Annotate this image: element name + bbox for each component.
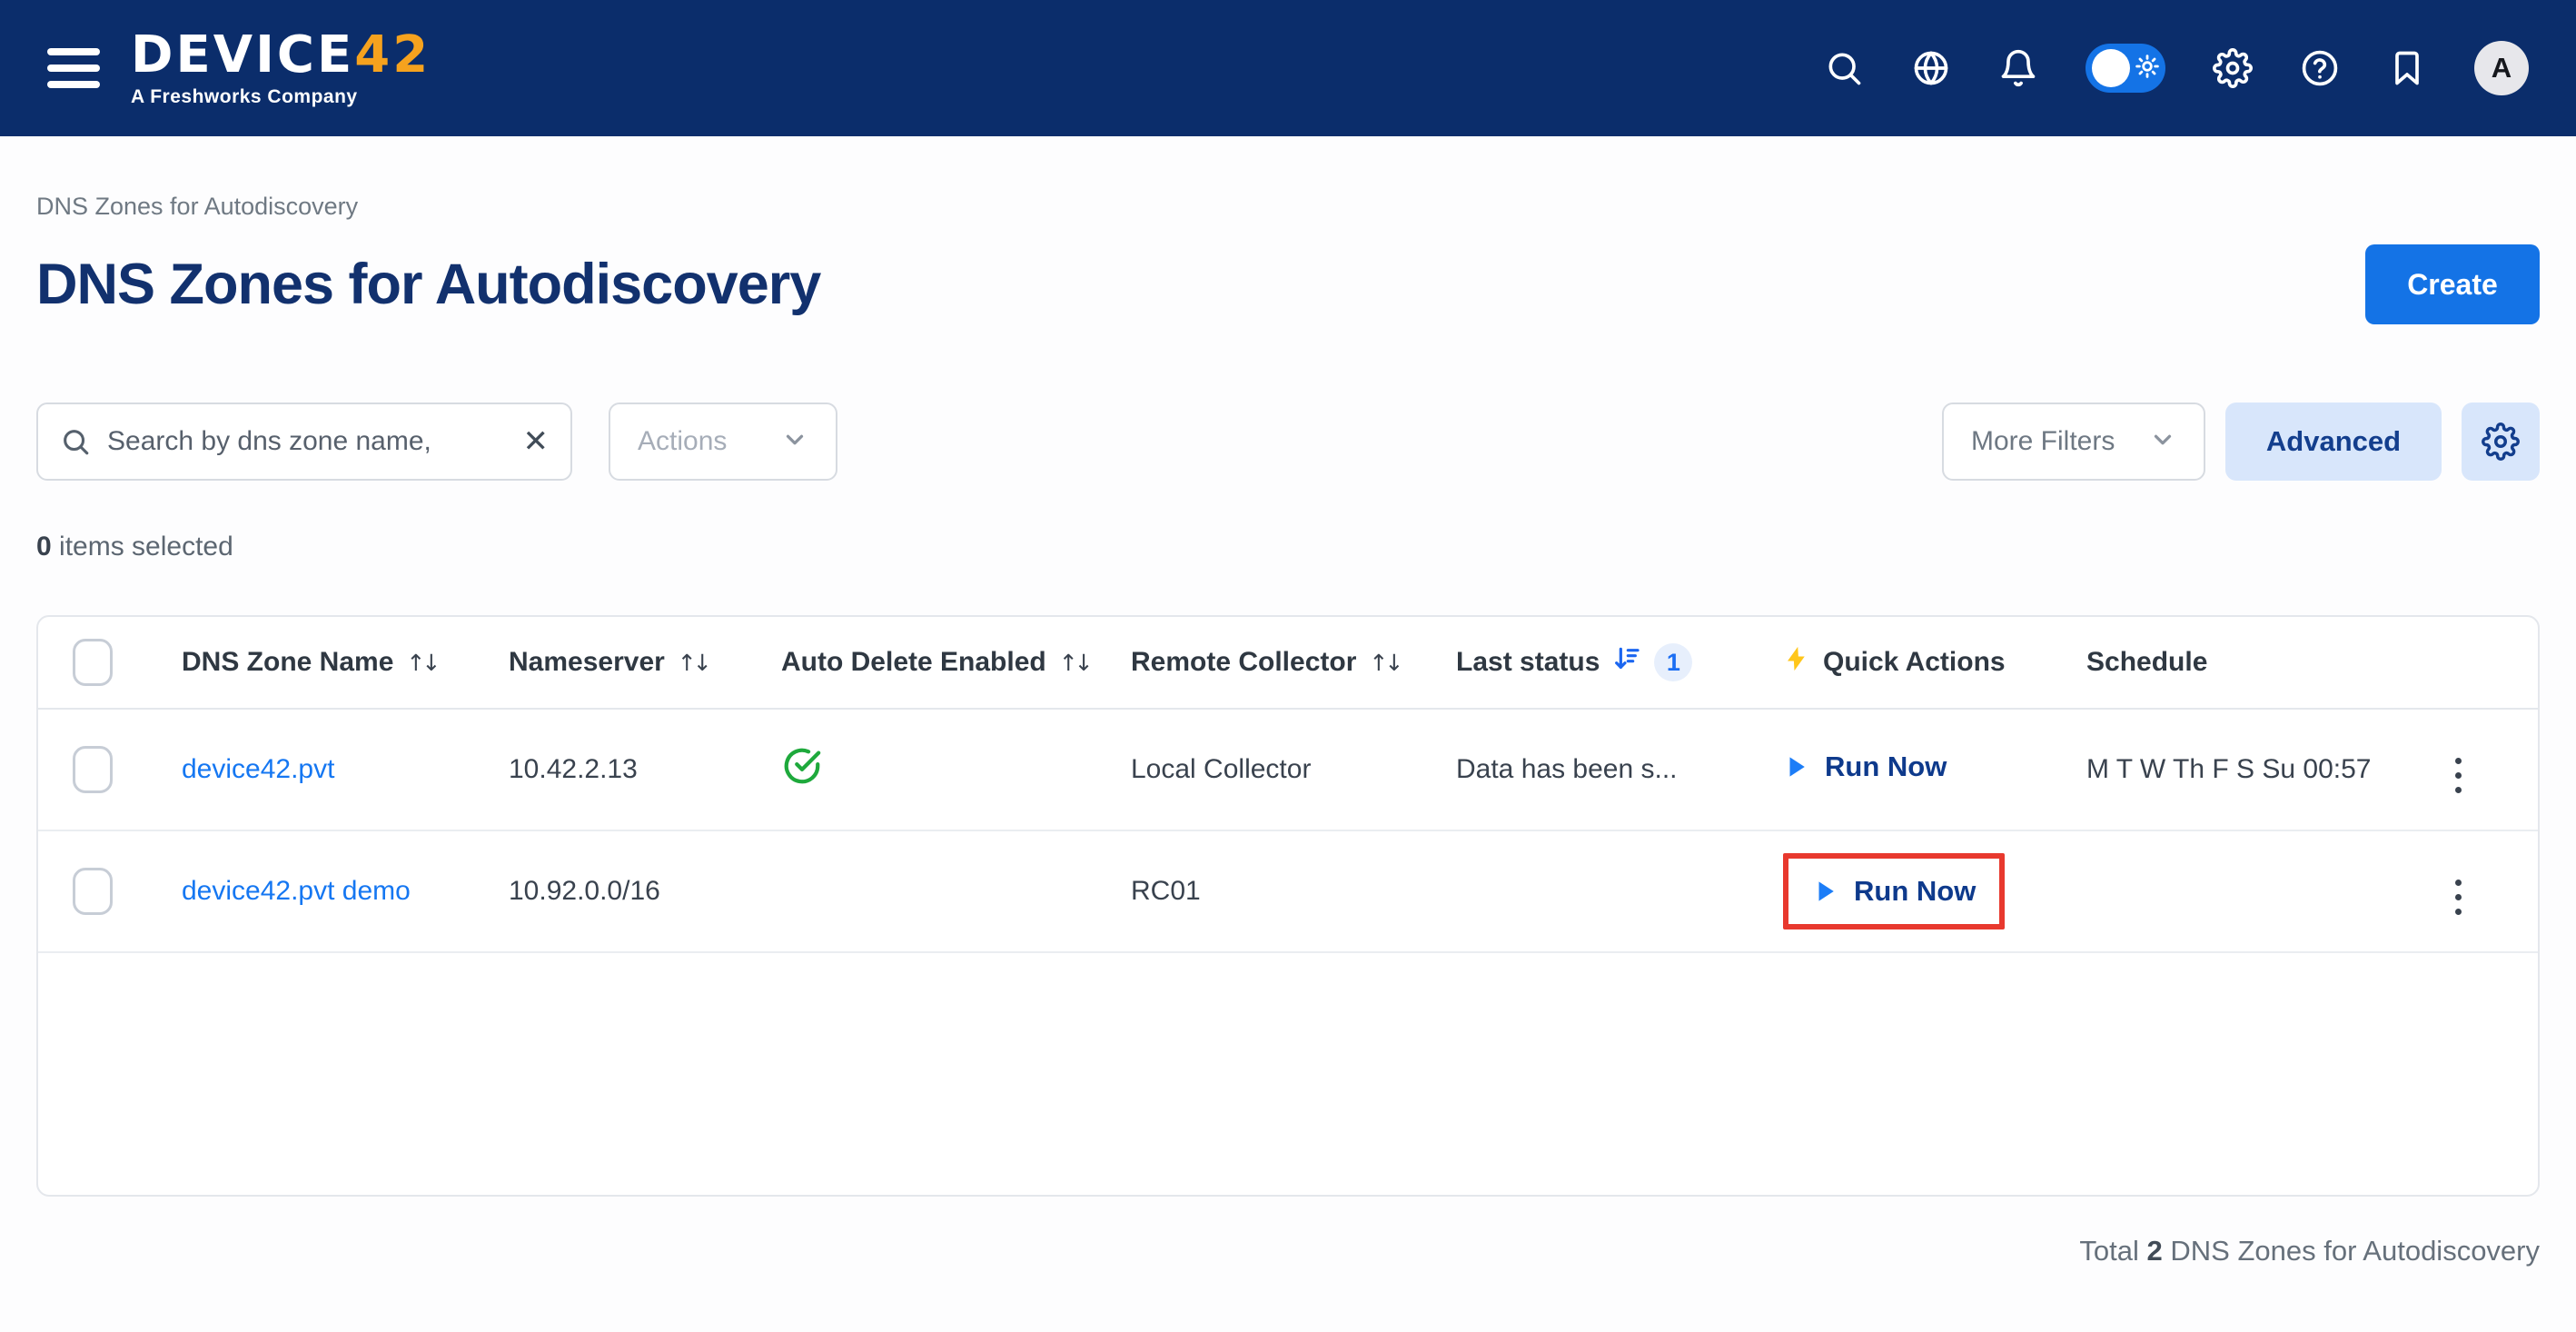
total-count: 2 xyxy=(2147,1235,2163,1267)
col-last-status: Last status xyxy=(1456,647,1600,678)
table-total-summary: Total 2 DNS Zones for Autodiscovery xyxy=(36,1235,2540,1267)
page-title: DNS Zones for Autodiscovery xyxy=(36,252,820,317)
dns-zones-table: DNS Zone Name ↑↓ Nameserver ↑↓ Auto Dele… xyxy=(36,615,2540,1197)
run-now-button[interactable]: Run Now xyxy=(1812,875,1976,908)
search-box[interactable]: ✕ xyxy=(36,403,572,481)
table-settings-button[interactable] xyxy=(2462,403,2540,481)
filter-count-badge[interactable]: 1 xyxy=(1654,643,1692,681)
check-circle-icon xyxy=(781,763,823,793)
actions-dropdown[interactable]: Actions xyxy=(609,403,837,481)
more-filters-dropdown[interactable]: More Filters xyxy=(1942,403,2205,481)
search-input[interactable] xyxy=(107,426,507,457)
table-row: device42.pvt demo 10.92.0.0/16 RC01 Run … xyxy=(38,831,2538,953)
more-filters-label: More Filters xyxy=(1971,426,2115,457)
col-auto-delete-enabled: Auto Delete Enabled xyxy=(781,647,1046,678)
sun-icon xyxy=(2135,55,2159,83)
highlight-annotation-box: Run Now xyxy=(1783,853,2005,929)
dns-zone-link[interactable]: device42.pvt xyxy=(182,754,334,784)
run-now-button[interactable]: Run Now xyxy=(1783,750,1947,783)
row-checkbox[interactable] xyxy=(73,746,113,793)
top-navbar: DEVICE42 A Freshworks Company xyxy=(0,0,2576,136)
clear-search-icon[interactable]: ✕ xyxy=(523,426,550,457)
navbar-icons: A xyxy=(1824,41,2529,95)
user-avatar[interactable]: A xyxy=(2474,41,2529,95)
last-status-value: Data has been s... xyxy=(1456,754,1783,785)
actions-dropdown-label: Actions xyxy=(638,426,727,457)
selection-label: items selected xyxy=(52,532,233,562)
brand-logo[interactable]: DEVICE42 A Freshworks Company xyxy=(131,30,431,106)
theme-toggle[interactable] xyxy=(2086,44,2165,93)
globe-icon[interactable] xyxy=(1911,48,1951,88)
lightning-icon xyxy=(1783,643,1810,681)
row-checkbox[interactable] xyxy=(73,868,113,915)
total-prefix: Total xyxy=(2079,1235,2146,1267)
main-content: DNS Zones for Autodiscovery DNS Zones fo… xyxy=(0,193,2576,1267)
dns-zone-link[interactable]: device42.pvt demo xyxy=(182,876,411,906)
sort-icon[interactable]: ↑↓ xyxy=(678,650,708,676)
notifications-bell-icon[interactable] xyxy=(1998,48,2038,88)
brand-accent: 42 xyxy=(354,25,431,84)
nameserver-value: 10.42.2.13 xyxy=(509,754,781,785)
selection-count: 0 xyxy=(36,532,52,562)
col-nameserver: Nameserver xyxy=(509,647,665,678)
create-button[interactable]: Create xyxy=(2365,244,2540,324)
select-all-checkbox[interactable] xyxy=(73,639,113,686)
sort-icon[interactable]: ↑↓ xyxy=(1369,650,1400,676)
remote-collector-value: RC01 xyxy=(1131,876,1456,907)
col-quick-actions: Quick Actions xyxy=(1823,647,2006,678)
bookmark-icon[interactable] xyxy=(2387,48,2427,88)
table-header-row: DNS Zone Name ↑↓ Nameserver ↑↓ Auto Dele… xyxy=(38,617,2538,710)
help-icon[interactable] xyxy=(2300,48,2340,88)
col-dns-zone-name: DNS Zone Name xyxy=(182,647,393,678)
breadcrumb-item[interactable]: DNS Zones for Autodiscovery xyxy=(36,193,358,220)
advanced-button[interactable]: Advanced xyxy=(2225,403,2442,481)
sort-icon[interactable]: ↑↓ xyxy=(1059,650,1090,676)
brand-tagline: A Freshworks Company xyxy=(131,87,431,106)
breadcrumb[interactable]: DNS Zones for Autodiscovery xyxy=(36,193,2540,221)
total-suffix: DNS Zones for Autodiscovery xyxy=(2163,1235,2540,1267)
run-now-label: Run Now xyxy=(1825,750,1947,783)
kebab-menu-icon[interactable] xyxy=(2450,874,2467,920)
col-schedule: Schedule xyxy=(2086,647,2207,678)
selection-summary: 0 items selected xyxy=(36,532,2540,562)
search-icon xyxy=(60,426,91,457)
table-row: device42.pvt 10.42.2.13 Local Collector … xyxy=(38,710,2538,831)
remote-collector-value: Local Collector xyxy=(1131,754,1456,785)
toolbar: ✕ Actions More Filters Advanced xyxy=(36,403,2540,481)
settings-gear-icon[interactable] xyxy=(2213,48,2253,88)
search-icon[interactable] xyxy=(1824,48,1864,88)
gear-icon xyxy=(2482,422,2520,461)
play-icon xyxy=(1812,876,1839,907)
nameserver-value: 10.92.0.0/16 xyxy=(509,876,781,907)
toggle-knob-icon xyxy=(2092,49,2130,87)
avatar-letter: A xyxy=(2492,52,2512,84)
chevron-down-icon xyxy=(2149,426,2176,458)
hamburger-menu-icon[interactable] xyxy=(47,48,100,88)
sort-icon[interactable]: ↑↓ xyxy=(406,650,437,676)
col-remote-collector: Remote Collector xyxy=(1131,647,1356,678)
schedule-value: M T W Th F S Su 00:57 xyxy=(2086,754,2417,785)
sort-descending-icon[interactable] xyxy=(1612,644,1641,681)
brand-name: DEVICE xyxy=(131,25,354,84)
run-now-label: Run Now xyxy=(1854,875,1976,908)
chevron-down-icon xyxy=(781,426,808,458)
play-icon xyxy=(1783,751,1810,782)
kebab-menu-icon[interactable] xyxy=(2450,752,2467,799)
